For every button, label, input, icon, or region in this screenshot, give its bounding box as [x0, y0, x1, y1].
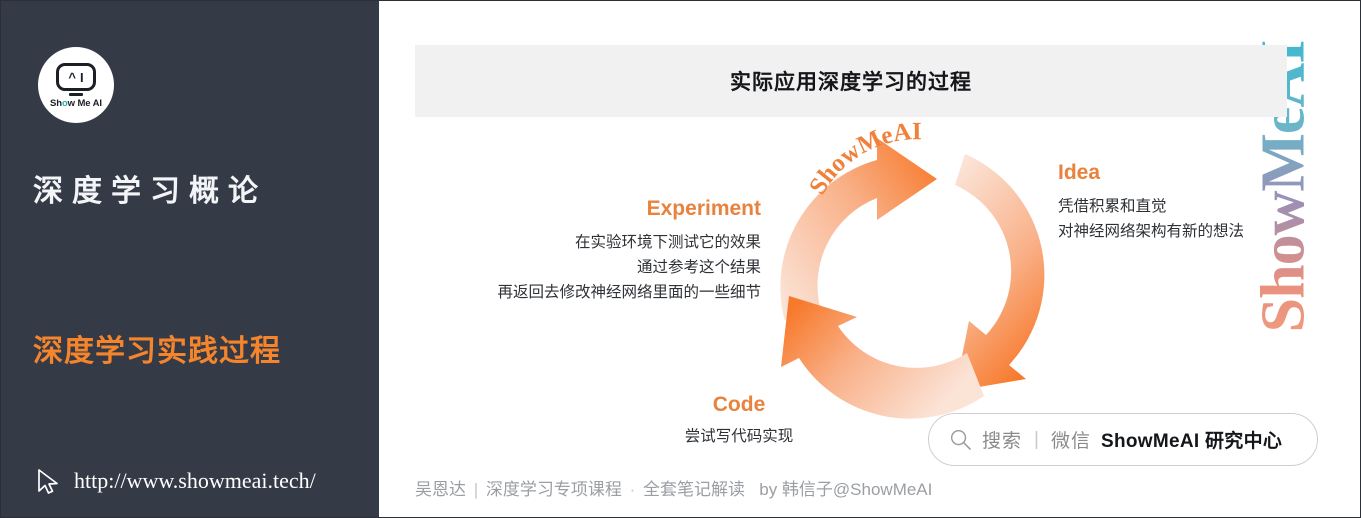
- footer-author: 吴恩达: [415, 480, 466, 499]
- main-content: ShowMeAI 实际应用深度学习的过程 ShowMeAI Idea 凭借积累和…: [379, 1, 1360, 517]
- node-experiment-line-2: 通过参考这个结果: [636, 259, 761, 277]
- logo-face-right-glyph: I: [79, 69, 84, 85]
- node-experiment-line-1: 在实验环境下测试它的效果: [574, 234, 761, 251]
- slide-root: ^ I Show Me AI 深度学习概论 深度学习实践过程 http://ww…: [0, 0, 1361, 518]
- cycle-arrows-svg: [780, 138, 1045, 419]
- logo-face-left-glyph: ^: [68, 69, 76, 85]
- footer-sep-1: |: [473, 480, 479, 499]
- robot-chin-bar: [69, 93, 83, 96]
- sidebar-lesson-title: 深度学习实践过程: [33, 335, 281, 368]
- wechat-search-pill[interactable]: 搜索 | 微信 ShowMeAI 研究中心: [928, 413, 1318, 466]
- node-code-line-1: 尝试写代码实现: [684, 428, 794, 445]
- logo-brand-text: Show Me AI: [50, 98, 102, 109]
- cursor-pointer-icon: [38, 469, 58, 494]
- slide-title: 实际应用深度学习的过程: [730, 71, 972, 94]
- sidebar-course-title: 深度学习概论: [33, 175, 267, 208]
- node-code: Code 尝试写代码实现: [619, 393, 859, 449]
- node-idea-line-1: 凭借积累和直觉: [1058, 198, 1167, 215]
- cycle-arrow-to-code: [955, 154, 1045, 391]
- footer-dot: ·: [629, 480, 636, 499]
- logo-brand-post: w Me AI: [67, 98, 102, 109]
- search-placeholder: 搜索: [982, 431, 1023, 452]
- node-experiment: Experiment 在实验环境下测试它的效果 通过参考这个结果 再返回去修改神…: [401, 197, 761, 305]
- magnifier-icon: [950, 429, 971, 450]
- node-experiment-heading: Experiment: [646, 197, 761, 220]
- footer-credit: 吴恩达 | 深度学习专项课程 · 全套笔记解读 by 韩信子@ShowMeAI: [415, 475, 932, 500]
- cycle-arrow-to-idea: [780, 138, 937, 320]
- search-account-name: ShowMeAI 研究中心: [1100, 431, 1283, 452]
- search-divider: |: [1034, 428, 1039, 450]
- cycle-diagram: [769, 134, 1059, 424]
- node-idea: Idea 凭借积累和直觉 对神经网络架构有新的想法: [1058, 161, 1244, 244]
- node-idea-line-2: 对神经网络架构有新的想法: [1058, 223, 1245, 241]
- node-experiment-line-3: 再返回去修改神经网络里面的一些细节: [497, 284, 761, 302]
- search-channel: 微信: [1050, 431, 1091, 452]
- footer-notes: 全套笔记解读: [643, 480, 746, 499]
- node-idea-heading: Idea: [1058, 161, 1101, 184]
- footer-by: by 韩信子@ShowMeAI: [759, 480, 933, 499]
- robot-face-icon: ^ I: [56, 63, 96, 91]
- logo-brand-pre: Sh: [50, 98, 62, 109]
- footer-course: 深度学习专项课程: [485, 480, 622, 499]
- sidebar-url-text: http://www.showmeai.tech/: [74, 468, 316, 493]
- sidebar-url-row[interactable]: http://www.showmeai.tech/: [35, 467, 316, 495]
- sidebar: ^ I Show Me AI 深度学习概论 深度学习实践过程 http://ww…: [1, 1, 379, 517]
- node-code-heading: Code: [712, 393, 766, 416]
- slide-title-bar: 实际应用深度学习的过程: [415, 45, 1287, 117]
- showmeai-robot-logo: ^ I Show Me AI: [38, 47, 114, 123]
